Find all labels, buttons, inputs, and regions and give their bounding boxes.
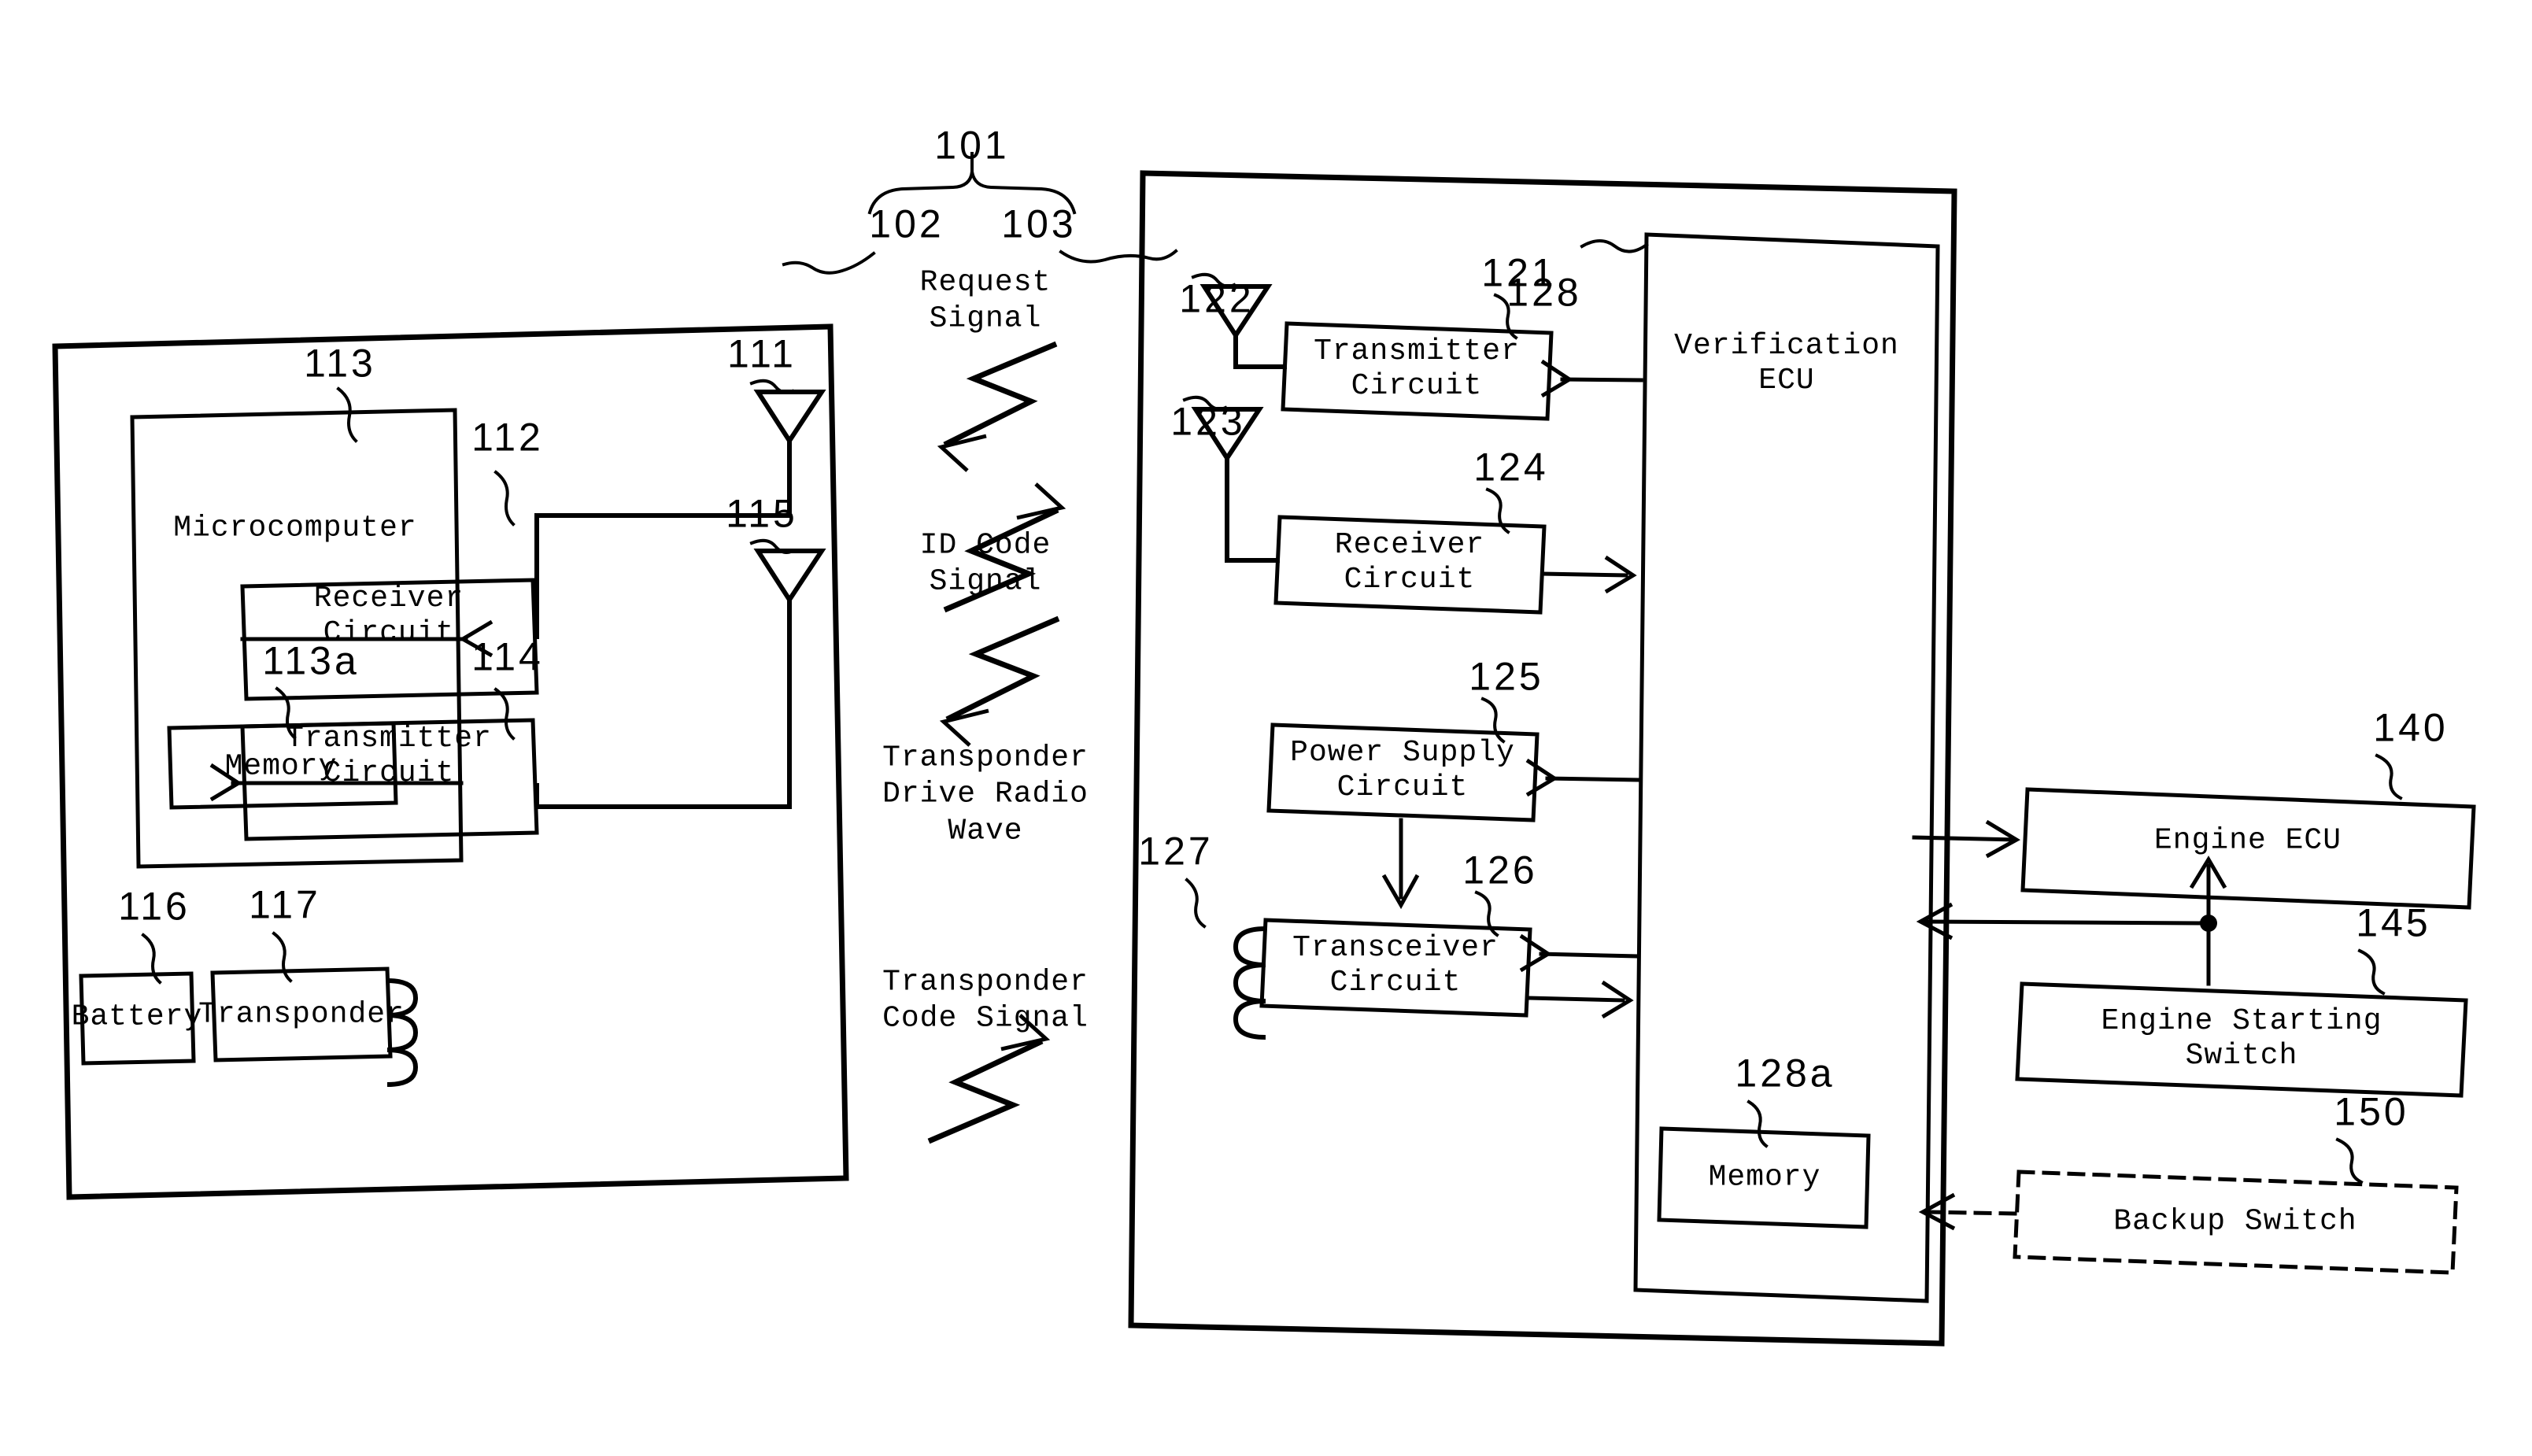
leader-117 (272, 931, 293, 983)
ref-150: 150 (2334, 1089, 2409, 1134)
receiver-circuit-label-vehicle-line1: Receiver (1334, 527, 1485, 562)
leader-125 (1480, 697, 1506, 744)
engine-starting-switch-label-line2: Switch (2185, 1039, 2298, 1073)
engine-starting-switch-label-line1: Engine Starting (2101, 1003, 2382, 1038)
memory-label-ecu: Memory (1708, 1160, 1821, 1195)
signal-transponder-code: Transponder Code Signal (882, 965, 1089, 1038)
backup-switch-label: Backup Switch (2113, 1204, 2357, 1239)
antenna-115 (534, 549, 826, 809)
engine-starting-switch-label: Engine Starting Switch (2101, 1004, 2382, 1074)
leader-150 (2335, 1137, 2364, 1184)
leader-102 (782, 251, 876, 275)
ref-101: 101 (934, 123, 1010, 168)
ref-111: 111 (726, 331, 797, 376)
signal-transponder-drive-wave-line1: Transponder (882, 741, 1089, 775)
ref-126: 126 (1462, 848, 1538, 892)
transmitter-circuit-label-vehicle: Transmitter Circuit (1314, 334, 1520, 404)
leader-128 (1580, 239, 1649, 253)
receiver-circuit-label-vehicle-line2: Circuit (1344, 563, 1476, 597)
verification-ecu-label: Verification ECU (1674, 329, 1899, 398)
wire-ecu-to-transmitter (1540, 359, 1643, 398)
power-supply-circuit-label: Power Supply Circuit (1290, 736, 1515, 805)
transmitter-circuit-label-key-line2: Circuit (323, 756, 455, 790)
ref-114: 114 (471, 634, 544, 679)
transponder-label: Transponder (198, 997, 405, 1032)
leader-113 (336, 386, 358, 443)
signal-request-line1: Request (919, 265, 1052, 300)
leader-112 (493, 470, 516, 527)
bolt-request-signal (937, 341, 1058, 472)
signal-transponder-code-line1: Transponder (882, 965, 1089, 1000)
ref-125: 125 (1469, 654, 1544, 699)
ref-112: 112 (471, 415, 544, 460)
leader-140 (2375, 753, 2403, 800)
ref-128: 128 (1506, 270, 1582, 315)
transceiver-circuit-label-line2: Circuit (1329, 966, 1462, 1000)
wire-receiver-to-ecu (1540, 555, 1637, 594)
ref-113: 113 (304, 341, 376, 386)
ref-103: 103 (1001, 201, 1077, 246)
transceiver-circuit-label: Transceiver Circuit (1292, 931, 1499, 1000)
signal-request: Request Signal (920, 265, 1052, 338)
receiver-circuit-label-key: Receiver Circuit (314, 582, 464, 651)
transmitter-circuit-label-key: Transmitter Circuit (286, 722, 492, 791)
signal-id-code-line1: ID Code (919, 528, 1052, 563)
ref-127: 127 (1138, 829, 1214, 874)
signal-transponder-drive-wave-line3: Wave (948, 814, 1023, 848)
wire-ecu-to-power-supply (1525, 758, 1641, 797)
ref-124: 124 (1473, 445, 1549, 490)
leader-114 (493, 687, 516, 741)
ref-102: 102 (869, 201, 944, 246)
ref-128a: 128a (1735, 1051, 1835, 1096)
engine-ecu-label: Engine ECU (2153, 823, 2342, 858)
receiver-circuit-label-key-line2: Circuit (323, 616, 455, 650)
signal-id-code-line2: Signal (929, 565, 1042, 599)
wire-transceiver-to-ecu (1525, 980, 1634, 1019)
signal-request-line2: Signal (929, 302, 1042, 336)
wire-switch-to-vehicle (1916, 855, 2227, 986)
wire-power-supply-to-transceiver (1381, 818, 1420, 910)
transceiver-circuit-label-line1: Transceiver (1292, 930, 1499, 965)
wire-backup-switch-to-vehicle (1918, 1192, 2017, 1231)
ref-122: 122 (1179, 276, 1255, 321)
signal-id-code: ID Code Signal (920, 528, 1052, 601)
ref-117: 117 (249, 882, 321, 927)
verification-ecu-label-line1: Verification (1674, 328, 1899, 363)
signal-transponder-code-line2: Code Signal (882, 1002, 1089, 1036)
power-supply-circuit-label-line1: Power Supply (1290, 735, 1515, 770)
receiver-circuit-label-key-line1: Receiver (313, 581, 464, 615)
signal-transponder-drive-wave: Transponder Drive Radio Wave (882, 740, 1089, 849)
leader-127 (1185, 878, 1207, 929)
ref-115: 115 (726, 491, 798, 536)
ref-123: 123 (1170, 399, 1246, 444)
wire-ecu-to-transceiver (1519, 933, 1639, 973)
transmitter-circuit-label-vehicle-line1: Transmitter (1314, 334, 1520, 368)
patent-figure: 101 102 103 113 Microcomputer 113a Memor… (0, 0, 2532, 1456)
bolt-transponder-drive-wave (939, 615, 1060, 747)
verification-ecu-label-line2: ECU (1758, 364, 1815, 397)
ref-116: 116 (118, 884, 190, 929)
transmitter-circuit-label-vehicle-line2: Circuit (1351, 369, 1483, 403)
leader-128a (1747, 1099, 1769, 1148)
ref-140: 140 (2373, 705, 2449, 750)
signal-transponder-drive-wave-line2: Drive Radio (882, 777, 1089, 811)
power-supply-circuit-label-line2: Circuit (1336, 770, 1469, 804)
ref-145: 145 (2356, 900, 2431, 945)
transmitter-circuit-label-key-line1: Transmitter (286, 721, 492, 756)
microcomputer-label: Microcomputer (173, 511, 417, 545)
leader-145 (2357, 948, 2386, 996)
receiver-circuit-label-vehicle: Receiver Circuit (1335, 528, 1484, 597)
battery-label: Battery (71, 1000, 203, 1034)
leader-103 (1059, 249, 1178, 264)
